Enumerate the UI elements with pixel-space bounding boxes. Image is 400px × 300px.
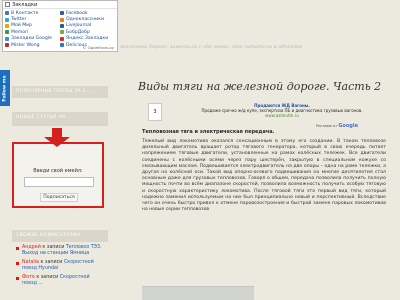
subscribe-box: Введи свой емейл: Подписаться <box>12 128 104 208</box>
comment-item: Андрей к записи Тепловоз ТЭ3. Выход на с… <box>16 245 104 257</box>
bookmark-label: Twitter <box>11 17 27 23</box>
sidebar: ПОПУЛЯРНЫЕ ПОСТЫ ЗА 2 ... НОВЫЕ СТАТЬИ Н… <box>12 86 108 287</box>
comment-text: Андрей к записи Тепловоз ТЭ3. Выход на с… <box>22 245 104 257</box>
bookmark-label: Mister Wong <box>11 42 40 48</box>
follow-me-tab[interactable]: Follow me <box>0 70 10 106</box>
bookmark-service-icon <box>5 30 9 35</box>
bookmark-label: Яндекс.Закладки <box>66 36 109 42</box>
popular-posts-title: ПОПУЛЯРНЫЕ ПОСТЫ ЗА 2 ... <box>12 86 108 98</box>
bookmark-item[interactable]: Закладки Google <box>5 36 60 42</box>
bookmark-service-icon <box>5 11 9 16</box>
comment-author[interactable]: Natalia <box>22 260 39 265</box>
new-articles-title: НОВЫЕ СТАТЬИ НА ... <box>12 112 108 126</box>
bookmark-label: В Контакте <box>11 10 39 16</box>
comment-author[interactable]: Андрей <box>22 245 41 250</box>
comment-author[interactable]: Фото <box>22 275 35 280</box>
post-body: Тяжелый вид локомотива оказался сенсацио… <box>142 139 386 213</box>
subscribe-label: Введи свой емейл: <box>33 168 83 174</box>
bullet-icon <box>16 247 19 250</box>
bookmark-service-icon <box>5 17 9 22</box>
bookmarks-checkbox[interactable] <box>5 2 10 7</box>
bookmark-service-icon <box>5 43 9 48</box>
bookmark-service-icon <box>60 11 64 16</box>
comment-item: Фото к записи Скоростной поезд ... <box>16 275 104 287</box>
bookmarks-popup: Закладки В Контакте Twitter Мой Мир Memori З… <box>2 0 118 52</box>
bookmark-label: Закладки Google <box>11 36 52 42</box>
recent-comments-list: Андрей к записи Тепловоз ТЭ3. Выход на с… <box>12 245 108 287</box>
comment-separator: к записи <box>38 260 64 265</box>
email-input[interactable] <box>24 177 94 187</box>
bookmarks-header[interactable]: Закладки <box>3 1 117 9</box>
bookmark-service-icon <box>60 23 64 28</box>
bookmark-service-icon <box>60 17 64 22</box>
bookmark-service-icon <box>5 23 9 28</box>
bookmarks-header-label: Закладки <box>12 1 38 8</box>
arrow-down-icon <box>44 128 70 148</box>
ads-by-google[interactable]: Реклама от Google <box>316 123 358 129</box>
google-logo: Google <box>338 123 358 129</box>
ads-by-label: Реклама от <box>315 124 338 128</box>
bookmarks-footer[interactable]: © ОдинКлик.ру <box>83 45 114 50</box>
post-title[interactable]: Виды тяги на железной дороге. Часть 2 <box>116 80 398 93</box>
comment-text: Natalia к записи Скоростной поезд Hyunda… <box>22 260 104 272</box>
comment-separator: к записи <box>40 245 66 250</box>
post-caption: Тепловозная тяга и электрическая передач… <box>142 129 275 135</box>
ad-row: 3 Продаются ЖД Вагоны. Продаже срочно ж/… <box>116 103 398 129</box>
bookmark-label: Мой Мир <box>11 23 33 29</box>
comment-text: Фото к записи Скоростной поезд ... <box>22 275 104 287</box>
bookmarks-column-left: В Контакте Twitter Мой Мир Memori Закладки G… <box>5 10 60 48</box>
like-counter[interactable]: 3 <box>148 103 162 121</box>
follow-me-label: Follow me <box>2 74 8 102</box>
bullet-icon <box>16 262 19 265</box>
ad-block[interactable]: Продаются ЖД Вагоны. Продаже срочно ж/д … <box>182 103 382 118</box>
bookmark-label: Facebook <box>66 10 88 16</box>
recent-comments-title: СВЕЖИЕ КОММЕНТАРИИ <box>12 230 108 242</box>
bookmark-item[interactable]: Яндекс.Закладки <box>60 36 115 42</box>
ad-url[interactable]: www.azimutm.ru <box>182 113 382 118</box>
bookmark-label: LiveJournal <box>66 23 92 29</box>
bookmarks-column-right: Facebook Одноклассники LiveJournal БобрДобр… <box>60 10 115 48</box>
bookmark-label: БобрДобр <box>66 29 90 35</box>
bookmark-label: Memori <box>11 29 29 35</box>
post: Виды тяги на железной дороге. Часть 2 3 … <box>116 80 398 213</box>
bookmark-label: Одноклассники <box>66 17 104 23</box>
comment-separator: к записи <box>34 275 60 280</box>
bookmark-service-icon <box>5 36 9 41</box>
bullet-icon <box>16 277 19 280</box>
comment-item: Natalia к записи Скоростной поезд Hyunda… <box>16 260 104 272</box>
subscribe-button[interactable]: Подписаться <box>40 193 78 202</box>
bookmark-item[interactable]: Mister Wong <box>5 42 60 48</box>
post-image <box>142 286 254 300</box>
top-strip-text: железной дороге, заметили с обо мною, чт… <box>120 44 303 50</box>
bookmark-service-icon <box>60 43 64 48</box>
bookmark-service-icon <box>60 36 64 41</box>
bookmark-service-icon <box>60 30 64 35</box>
